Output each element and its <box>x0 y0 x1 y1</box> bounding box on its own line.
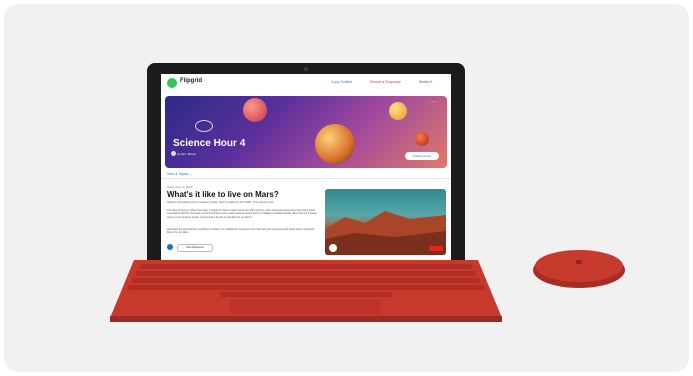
camera-icon <box>304 67 308 71</box>
type-cover-keyboard <box>110 260 502 322</box>
product-card: Flipgrid Copy Gridlink Record a Response… <box>4 4 689 372</box>
planet-shape <box>389 102 407 120</box>
tablet-device: Flipgrid Copy Gridlink Record a Response… <box>147 63 465 267</box>
hero-banner: ··· Science Hour 4 by Mrs. Brown Follow … <box>165 96 447 168</box>
topic-date: September 9, 2020 <box>167 185 193 189</box>
planet-shape <box>195 120 213 132</box>
view-topics-tab[interactable]: View 4 Topics ⌄ <box>167 172 192 176</box>
mars-landscape-image <box>325 211 446 255</box>
planet-shape <box>415 132 429 146</box>
brand-name: Flipgrid <box>180 78 202 84</box>
group-owner: by Mrs. Brown <box>177 152 197 156</box>
record-response-link[interactable]: Record a Response <box>370 80 401 84</box>
topic-title: What's it like to live on Mars? <box>167 190 279 199</box>
planet-shape <box>315 124 355 164</box>
surface-mouse <box>533 250 625 288</box>
app-header: Flipgrid Copy Gridlink Record a Response… <box>161 74 451 92</box>
tablet-screen: Flipgrid Copy Gridlink Record a Response… <box>161 74 451 262</box>
topic-paragraph: Research the atmospheric conditions of M… <box>167 228 315 235</box>
record-icon[interactable] <box>167 244 173 250</box>
user-menu[interactable]: Sheila K. <box>419 80 433 84</box>
youtube-icon <box>429 246 443 251</box>
follow-button[interactable]: Follow Group <box>405 152 439 160</box>
flipgrid-logo-icon <box>167 78 177 88</box>
avatar <box>171 151 176 156</box>
topic-video[interactable] <box>325 189 446 255</box>
new-response-button[interactable]: New Response <box>177 244 213 252</box>
planet-shape <box>243 98 267 122</box>
copy-gridlink-link[interactable]: Copy Gridlink <box>331 80 352 84</box>
divider <box>161 178 451 179</box>
group-title: Science Hour 4 <box>173 138 246 149</box>
play-icon[interactable] <box>329 244 337 252</box>
more-options-icon[interactable]: ··· <box>431 99 437 105</box>
topic-paragraph: The idea of living on Mars has been a st… <box>167 209 318 219</box>
topic-paragraph: NASA is now planning for a mission to Ma… <box>167 201 274 204</box>
